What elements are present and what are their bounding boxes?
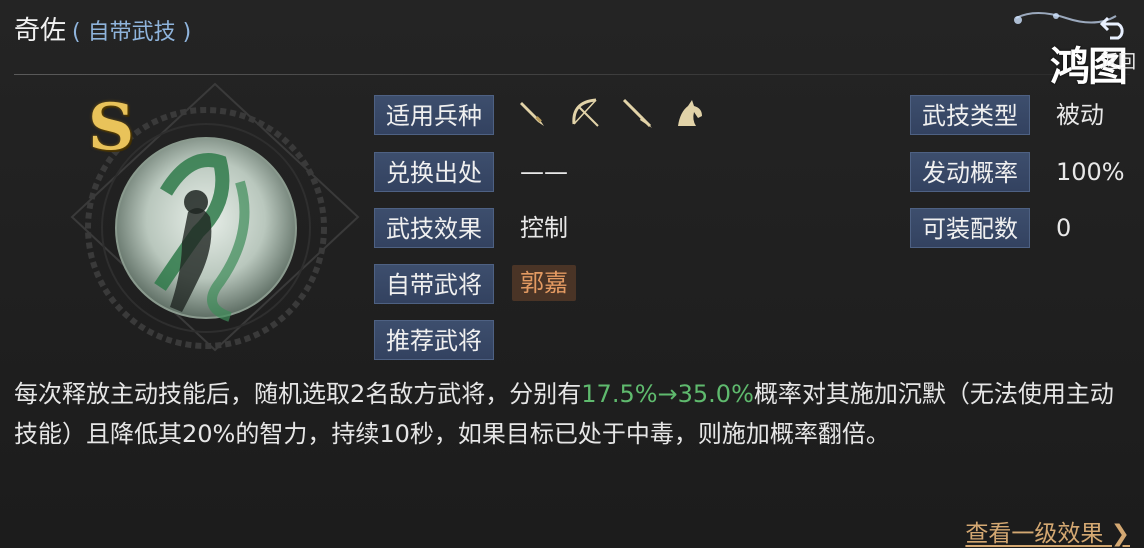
trigger-rate-label: 发动概率 [910, 152, 1030, 192]
own-general-tag[interactable]: 郭嘉 [512, 265, 576, 301]
horse-icon [672, 96, 706, 130]
description-highlight: 17.5%→35.0% [581, 380, 754, 408]
troop-icons [516, 96, 706, 130]
recommended-general-label: 推荐武将 [374, 320, 494, 360]
troop-type-label: 适用兵种 [374, 95, 494, 135]
skill-grade: S [88, 90, 135, 165]
exchange-source-value: —— [520, 158, 568, 186]
spear-icon [620, 96, 654, 130]
trigger-rate-value: 100% [1056, 158, 1125, 186]
skill-name: 奇佐 [14, 16, 67, 46]
exchange-source-label: 兑换出处 [374, 152, 494, 192]
skill-type-label: 武技类型 [910, 95, 1030, 135]
equip-count-value: 0 [1056, 214, 1072, 242]
own-general-label: 自带武将 [374, 264, 494, 304]
return-button[interactable]: 返回 [1100, 48, 1136, 74]
description-part1: 每次释放主动技能后，随机选取2名敌方武将，分别有 [14, 380, 582, 408]
bow-icon [568, 96, 602, 130]
skill-description: 每次释放主动技能后，随机选取2名敌方武将，分别有17.5%→35.0%概率对其施… [14, 374, 1114, 454]
title-row: 奇佐 ( 自带武技 ) [14, 10, 191, 50]
equip-count-label: 可装配数 [910, 208, 1030, 248]
skill-detail-panel: 奇佐 ( 自带武技 ) 鸿图 返回 S 适用兵种 兑换出处 —— 武技效果 控制… [0, 0, 1144, 548]
skill-effect-label: 武技效果 [374, 208, 494, 248]
view-level1-effect-link[interactable]: 查看一级效果 ❯ [965, 514, 1130, 548]
skill-type-value: 被动 [1056, 101, 1104, 129]
skill-source-tag: ( 自带武技 ) [72, 20, 192, 45]
divider [14, 74, 1130, 75]
skill-effect-value: 控制 [520, 214, 568, 242]
saber-icon [516, 96, 550, 130]
return-arrow-icon[interactable] [1100, 14, 1130, 40]
